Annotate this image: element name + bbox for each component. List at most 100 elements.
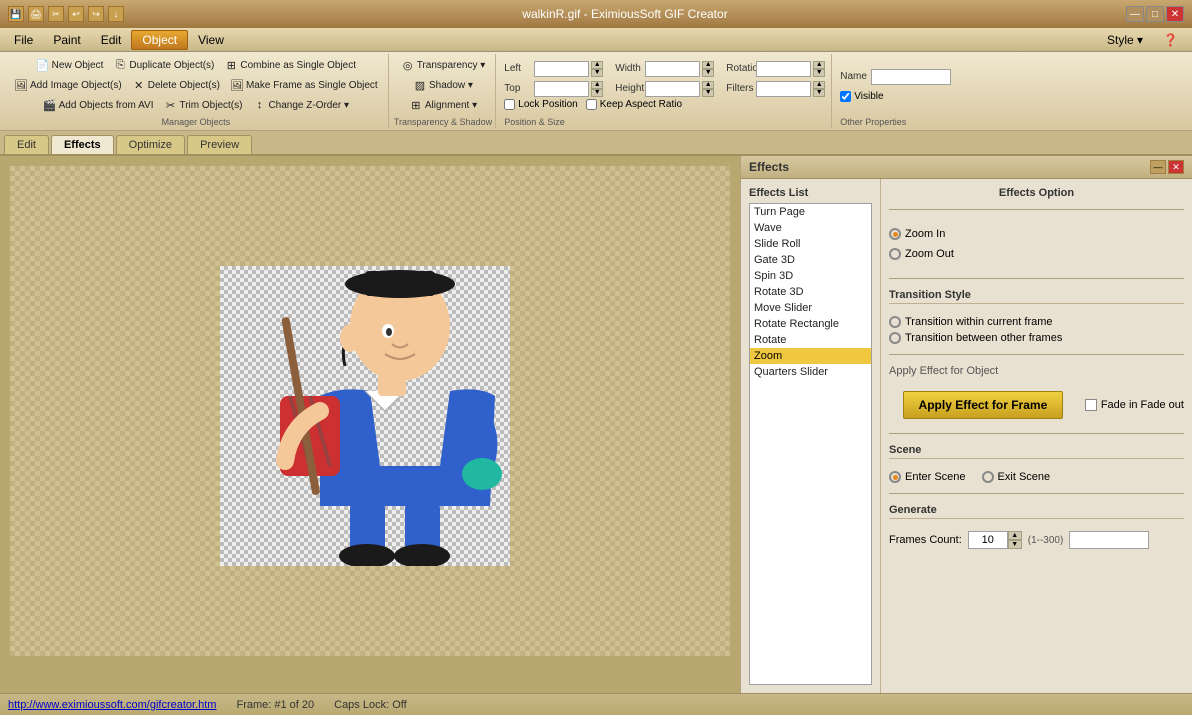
width-input[interactable] xyxy=(645,61,700,77)
trim-objects-button[interactable]: ✂ Trim Object(s) xyxy=(159,96,246,114)
delete-objects-button[interactable]: ✕ Delete Object(s) xyxy=(128,76,224,94)
rotation-input[interactable] xyxy=(756,61,811,77)
within-frame-radio[interactable]: Transition within current frame xyxy=(889,316,1184,328)
left-spin-up[interactable]: ▲ xyxy=(591,61,603,69)
keep-aspect-checkbox[interactable] xyxy=(586,99,597,110)
effects-options-column: Effects Option Zoom In Zoom Out Transiti… xyxy=(881,179,1192,693)
filters-spinner[interactable]: ▲ ▼ xyxy=(813,81,825,97)
zoom-in-radio[interactable]: Zoom In xyxy=(889,228,1184,240)
filters-spin-up[interactable]: ▲ xyxy=(813,81,825,89)
height-spin-up[interactable]: ▲ xyxy=(702,81,714,89)
frames-extra-input[interactable] xyxy=(1069,531,1149,549)
frames-count-input[interactable] xyxy=(968,531,1008,549)
frames-count-spinner[interactable]: ▲ ▼ xyxy=(1008,531,1022,549)
add-image-button[interactable]: 🖼 Add Image Object(s) xyxy=(10,76,126,94)
width-spin-down[interactable]: ▼ xyxy=(702,69,714,77)
tab-edit[interactable]: Edit xyxy=(4,135,49,154)
width-spin-up[interactable]: ▲ xyxy=(702,61,714,69)
effect-turn-page[interactable]: Turn Page xyxy=(750,204,871,220)
zoom-out-radio[interactable]: Zoom Out xyxy=(889,248,1184,260)
width-spinner[interactable]: ▲ ▼ xyxy=(702,61,714,77)
style-dropdown[interactable]: Style ▾ xyxy=(1097,31,1153,49)
left-input[interactable] xyxy=(534,61,589,77)
left-spin-down[interactable]: ▼ xyxy=(591,69,603,77)
top-spin-up[interactable]: ▲ xyxy=(591,81,603,89)
title-bar: 💾 🖨 ✂ ↩ ↪ ↓ walkinR.gif - EximiousSoft G… xyxy=(0,0,1192,28)
exit-scene-dot xyxy=(982,471,994,483)
left-spinner[interactable]: ▲ ▼ xyxy=(591,61,603,77)
name-input[interactable] xyxy=(871,69,951,85)
main-content: Effects — ✕ Effects List Turn Page Wave … xyxy=(0,156,1192,693)
frames-count-spin-up[interactable]: ▲ xyxy=(1008,531,1022,540)
keep-aspect-check[interactable]: Keep Aspect Ratio xyxy=(586,99,682,110)
menu-edit[interactable]: Edit xyxy=(91,31,132,49)
effect-rotate-3d[interactable]: Rotate 3D xyxy=(750,284,871,300)
apply-effect-frame-button[interactable]: Apply Effect for Frame xyxy=(903,391,1063,419)
effect-wave[interactable]: Wave xyxy=(750,220,871,236)
effect-spin-3d[interactable]: Spin 3D xyxy=(750,268,871,284)
filters-spin-down[interactable]: ▼ xyxy=(813,89,825,97)
rotation-spin-up[interactable]: ▲ xyxy=(813,61,825,69)
effect-gate-3d[interactable]: Gate 3D xyxy=(750,252,871,268)
filters-input[interactable] xyxy=(756,81,811,97)
visible-check[interactable]: Visible xyxy=(840,91,883,102)
enter-scene-radio[interactable]: Enter Scene xyxy=(889,471,966,483)
effect-rotate-rectangle[interactable]: Rotate Rectangle xyxy=(750,316,871,332)
other-properties-group: Name Visible Other Properties xyxy=(834,54,974,128)
delete-label: Delete Object(s) xyxy=(148,80,220,91)
effects-close-button[interactable]: ✕ xyxy=(1168,160,1184,174)
top-spin-down[interactable]: ▼ xyxy=(591,89,603,97)
exit-scene-radio[interactable]: Exit Scene xyxy=(982,471,1051,483)
separator-4 xyxy=(889,433,1184,434)
make-frame-button[interactable]: 🖼 Make Frame as Single Object xyxy=(226,76,382,94)
alignment-button[interactable]: ⊞ Alignment ▾ xyxy=(405,96,481,114)
effect-slide-roll[interactable]: Slide Roll xyxy=(750,236,871,252)
menu-paint[interactable]: Paint xyxy=(43,31,90,49)
height-spinner[interactable]: ▲ ▼ xyxy=(702,81,714,97)
effect-zoom[interactable]: Zoom xyxy=(750,348,871,364)
tab-optimize[interactable]: Optimize xyxy=(116,135,185,154)
add-objects-avi-button[interactable]: 🎬 Add Objects from AVI xyxy=(39,96,158,114)
visible-label: Visible xyxy=(854,91,883,102)
website-link[interactable]: http://www.eximioussoft.com/gifcreator.h… xyxy=(8,699,216,711)
effects-body: Effects List Turn Page Wave Slide Roll G… xyxy=(741,179,1192,693)
lock-position-check[interactable]: Lock Position xyxy=(504,99,577,110)
frames-count-spin-down[interactable]: ▼ xyxy=(1008,540,1022,549)
canvas-image xyxy=(220,266,510,566)
add-image-icon: 🖼 xyxy=(14,78,28,92)
tab-preview[interactable]: Preview xyxy=(187,135,252,154)
width-label: Width xyxy=(615,63,643,74)
close-button[interactable]: ✕ xyxy=(1166,6,1184,22)
tab-effects[interactable]: Effects xyxy=(51,135,114,154)
change-z-order-button[interactable]: ↕ Change Z-Order ▾ xyxy=(248,96,353,114)
help-icon[interactable]: ❓ xyxy=(1153,31,1188,49)
rotation-spin-down[interactable]: ▼ xyxy=(813,69,825,77)
visible-checkbox[interactable] xyxy=(840,91,851,102)
effects-listbox[interactable]: Turn Page Wave Slide Roll Gate 3D Spin 3… xyxy=(749,203,872,685)
rotation-spinner[interactable]: ▲ ▼ xyxy=(813,61,825,77)
duplicate-objects-button[interactable]: ⎘ Duplicate Object(s) xyxy=(109,56,218,74)
effect-move-slider[interactable]: Move Slider xyxy=(750,300,871,316)
effect-quarters-slider[interactable]: Quarters Slider xyxy=(750,364,871,380)
transparency-button[interactable]: ◎ Transparency ▾ xyxy=(397,56,490,74)
combine-single-button[interactable]: ⊞ Combine as Single Object xyxy=(220,56,360,74)
height-input[interactable] xyxy=(645,81,700,97)
between-frames-radio[interactable]: Transition between other frames xyxy=(889,332,1184,344)
top-spinner[interactable]: ▲ ▼ xyxy=(591,81,603,97)
menu-file[interactable]: File xyxy=(4,31,43,49)
top-input[interactable] xyxy=(534,81,589,97)
menu-view[interactable]: View xyxy=(188,31,234,49)
lock-position-checkbox[interactable] xyxy=(504,99,515,110)
fade-in-fade-out-check[interactable]: Fade in Fade out xyxy=(1085,399,1184,411)
minimize-button[interactable]: — xyxy=(1126,6,1144,22)
menu-object[interactable]: Object xyxy=(131,30,188,50)
effects-minimize-button[interactable]: — xyxy=(1150,160,1166,174)
effect-rotate[interactable]: Rotate xyxy=(750,332,871,348)
canvas-area[interactable] xyxy=(0,156,740,693)
fade-checkbox-box xyxy=(1085,399,1097,411)
shadow-button[interactable]: ▨ Shadow ▾ xyxy=(409,76,477,94)
new-object-button[interactable]: 📄 New Object xyxy=(32,56,108,74)
height-spin-down[interactable]: ▼ xyxy=(702,89,714,97)
maximize-button[interactable]: □ xyxy=(1146,6,1164,22)
effects-close-buttons: — ✕ xyxy=(1150,160,1184,174)
